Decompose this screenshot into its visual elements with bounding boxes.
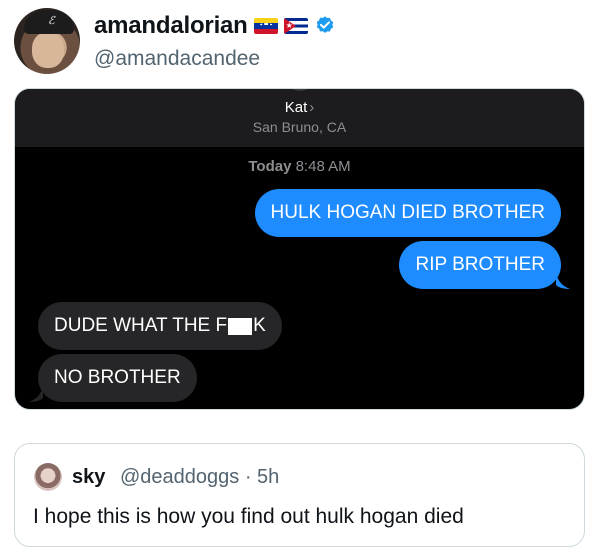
author-handle[interactable]: @amandacandee	[94, 47, 260, 71]
author-avatar[interactable]: ℰ	[14, 8, 80, 74]
sent-bubble-tail-icon	[556, 273, 570, 289]
sent-message-bubble: RIP BROTHER	[399, 241, 561, 289]
chevron-right-icon: ›	[309, 99, 315, 116]
author-name-row: amandalorian ★	[94, 12, 336, 40]
quoted-author-name[interactable]: sky	[72, 466, 105, 489]
venezuela-flag-icon	[253, 18, 278, 34]
received-message-bubble: NO BROTHER	[38, 354, 197, 402]
imessage-screenshot[interactable]: Kat › San Bruno, CA Today 8:48 AM HULK HO…	[14, 88, 585, 410]
message-text-end: K	[253, 315, 266, 336]
message-text: HULK HOGAN DIED BROTHER	[270, 202, 545, 223]
timestamp-time: 8:48 AM	[295, 158, 351, 175]
author-display-name[interactable]: amandalorian	[94, 12, 248, 40]
contact-location: San Bruno, CA	[252, 119, 347, 135]
verified-badge-icon	[316, 16, 333, 33]
censor-block	[228, 317, 253, 335]
quoted-author-handle-time[interactable]: @deaddoggs · 5h	[120, 466, 279, 489]
message-text: RIP BROTHER	[415, 254, 545, 275]
message-timestamp: Today 8:48 AM	[15, 158, 584, 175]
message-text-start: DUDE WHAT THE F	[54, 315, 228, 336]
contact-name: Kat	[284, 99, 308, 116]
received-message-bubble: DUDE WHAT THE F K	[38, 302, 282, 350]
quoted-tweet-text: I hope this is how you find out hulk hog…	[33, 505, 464, 528]
conversation-header: Kat › San Bruno, CA	[15, 89, 584, 147]
message-text: NO BROTHER	[54, 367, 181, 388]
tweet-header: ℰ amandalorian ★ @amandacandee	[14, 6, 584, 76]
avatar-face	[32, 32, 64, 68]
contact-name-row: Kat ›	[15, 99, 584, 116]
cap-logo-icon: ℰ	[48, 14, 55, 27]
quoted-tweet[interactable]: sky @deaddoggs · 5h I hope this is how y…	[14, 443, 585, 547]
quoted-author-avatar[interactable]	[34, 463, 62, 491]
sent-message-bubble: HULK HOGAN DIED BROTHER	[254, 189, 561, 237]
cuba-flag-icon: ★	[283, 18, 308, 34]
timestamp-day: Today	[248, 158, 292, 175]
contact-photo-edge	[292, 89, 308, 91]
received-bubble-tail-icon	[29, 386, 43, 402]
